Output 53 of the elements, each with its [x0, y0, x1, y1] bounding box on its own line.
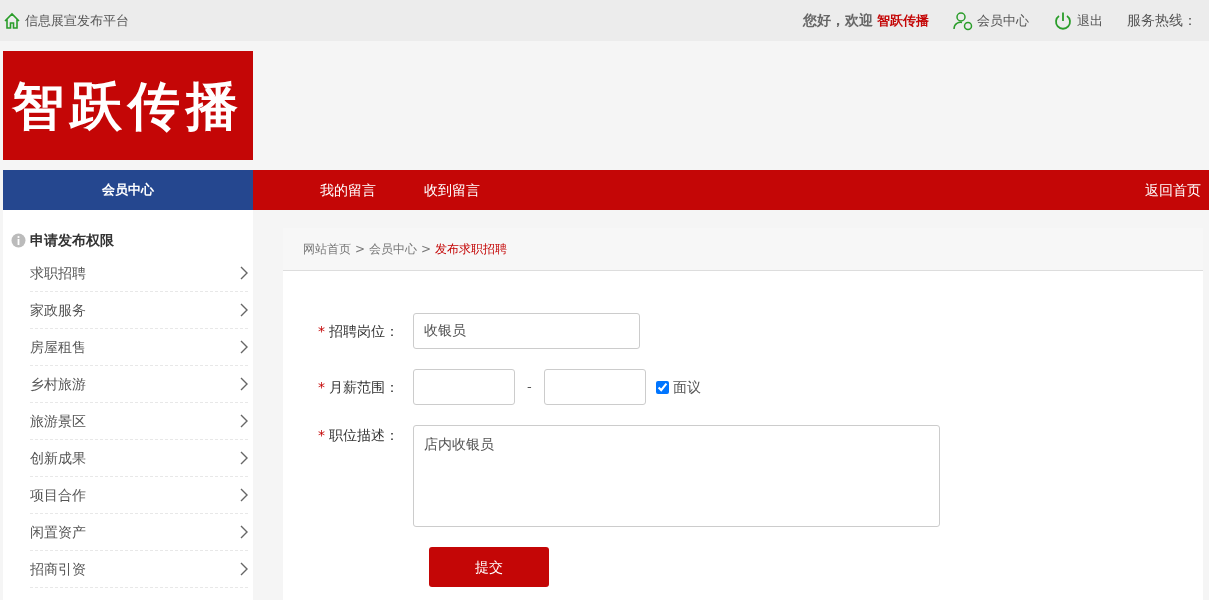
sidebar-title: 申请发布权限: [30, 231, 114, 250]
sidebar-item[interactable]: 闲置资产: [30, 514, 248, 551]
breadcrumb-link[interactable]: 网站首页: [303, 240, 351, 258]
sidebar-item[interactable]: 家政服务: [30, 292, 248, 329]
chevron-right-icon: [240, 414, 248, 428]
chevron-right-icon: [240, 266, 248, 280]
breadcrumb-link[interactable]: 发布求职招聘: [435, 240, 508, 258]
range-separator: -: [527, 378, 532, 397]
chevron-right-icon: [240, 525, 248, 539]
required-mark: *: [318, 378, 325, 397]
member-center-link[interactable]: 会员中心: [953, 10, 1029, 31]
sidebar-item[interactable]: 创新成果: [30, 440, 248, 477]
sidebar-item[interactable]: 求职招聘: [30, 255, 248, 292]
input-field[interactable]: [413, 369, 515, 405]
power-icon: [1053, 10, 1073, 31]
info-icon: [11, 233, 26, 248]
submit-button[interactable]: 提交: [429, 547, 549, 587]
chevron-right-icon: [240, 377, 248, 391]
chevron-right-icon: [240, 488, 248, 502]
home-icon: [3, 11, 21, 30]
chevron-right-icon: [240, 303, 248, 317]
breadcrumb-separator: >: [355, 241, 366, 258]
field-label: 招聘岗位：: [329, 322, 399, 341]
required-mark: *: [318, 426, 325, 445]
input-field[interactable]: [543, 369, 646, 405]
user-icon: [953, 10, 973, 31]
nav-link[interactable]: 收到留言: [424, 179, 480, 201]
hotline-label: 服务热线：: [1127, 11, 1197, 30]
breadcrumb-separator: >: [421, 241, 432, 258]
user-name-link[interactable]: 智跃传播: [877, 10, 929, 31]
textarea-field[interactable]: 店内收银员: [413, 425, 940, 527]
checkbox[interactable]: [655, 380, 669, 394]
nav-section-title: 会员中心: [3, 170, 253, 210]
home-link[interactable]: 返回首页: [1145, 170, 1209, 210]
nav-link[interactable]: 我的留言: [320, 179, 376, 201]
breadcrumb-link[interactable]: 会员中心: [369, 240, 418, 258]
chevron-right-icon: [240, 340, 248, 354]
input-field[interactable]: 收银员: [413, 313, 640, 349]
chevron-right-icon: [240, 451, 248, 465]
sidebar-item[interactable]: 旅游景区: [30, 403, 248, 440]
chevron-right-icon: [240, 562, 248, 576]
sidebar-item[interactable]: 项目合作: [30, 477, 248, 514]
sidebar-item[interactable]: 房屋租售: [30, 329, 248, 366]
field-label: 月薪范围：: [329, 378, 399, 397]
logo[interactable]: 智跃传播: [3, 51, 253, 160]
field-label: 职位描述：: [329, 426, 399, 445]
checkbox-label: 面议: [672, 377, 701, 397]
logout-link[interactable]: 退出: [1053, 10, 1103, 31]
sidebar-item[interactable]: 乡村旅游: [30, 366, 248, 403]
sidebar-item[interactable]: 招商引资: [30, 551, 248, 588]
site-link[interactable]: 信息展宣发布平台: [3, 10, 129, 31]
greeting-text: 您好，欢迎: [803, 11, 873, 30]
required-mark: *: [318, 322, 325, 341]
